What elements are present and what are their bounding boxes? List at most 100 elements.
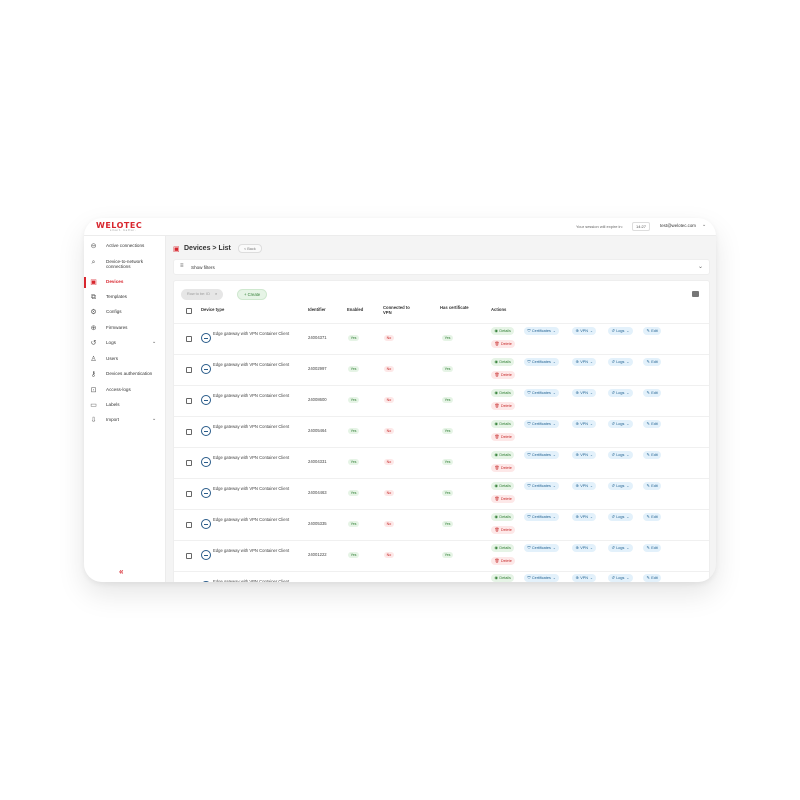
sidebar-item-5[interactable]: ⊕ Firmwares [84,322,166,336]
sidebar-item-3[interactable]: ⧉ Templates [84,291,166,305]
delete-button[interactable]: 🗑 Delete [491,371,516,379]
certificates-button[interactable]: ⛉ Certificates ⌄ [524,451,560,459]
vpn-button[interactable]: ⊕ VPN ⌄ [572,513,597,521]
vpn-button[interactable]: ⊕ VPN ⌄ [572,574,597,582]
trash-icon: 🗑 [494,435,500,439]
edit-button[interactable]: ✎ Edit [643,420,662,428]
logs-button[interactable]: ↺ Logs ⌄ [608,420,633,428]
close-icon[interactable]: × [215,292,217,296]
edit-button[interactable]: ✎ Edit [643,451,662,459]
details-button[interactable]: ◉ Details [491,420,515,428]
row-checkbox[interactable] [186,429,192,435]
row-checkbox[interactable] [186,460,192,466]
delete-button[interactable]: 🗑 Delete [491,557,516,565]
edit-button[interactable]: ✎ Edit [643,327,662,335]
row-checkbox[interactable] [186,522,192,528]
filter-chip[interactable]: Row to be: ID × [181,289,224,300]
vpn-button[interactable]: ⊕ VPN ⌄ [572,482,597,490]
logs-button[interactable]: ↺ Logs ⌄ [608,544,633,552]
trash-icon: 🗑 [494,559,500,563]
gear-icon: ⚙ [90,309,97,316]
certificate-badge: Yes [442,428,454,434]
eye-icon: ◉ [494,576,498,580]
chevron-down-icon: ⌄ [626,515,630,519]
table-row: Edge gateway with VPN Container Client 24… [174,416,709,447]
logs-button[interactable]: ↺ Logs ⌄ [608,513,633,521]
delete-button[interactable]: 🗑 Delete [491,495,516,503]
details-button[interactable]: ◉ Details [491,513,515,521]
sidebar-item-4[interactable]: ⚙ Configs [84,306,166,320]
create-button[interactable]: + Create [237,289,268,300]
chevron-down-icon[interactable]: ⌄ [702,222,706,228]
details-button[interactable]: ◉ Details [491,482,515,490]
sidebar-item-0[interactable]: ⊖ Active connections [84,240,166,254]
certificates-button[interactable]: ⛉ Certificates ⌄ [524,574,560,582]
row-checkbox[interactable] [186,336,192,342]
sidebar-item-1[interactable]: ⌕ Device-to-network connections [84,256,166,270]
columns-icon[interactable] [692,291,699,297]
logs-button[interactable]: ↺ Logs ⌄ [608,574,633,582]
table-row: Edge gateway with VPN Container Client 24… [174,354,709,385]
back-button[interactable]: < Back [238,244,262,253]
pencil-icon: ✎ [646,546,650,550]
logs-button[interactable]: ↺ Logs ⌄ [608,389,633,397]
row-checkbox[interactable] [186,491,192,497]
sidebar-item-2[interactable]: ▣ Devices [84,276,166,290]
vpn-button[interactable]: ⊕ VPN ⌄ [572,544,597,552]
row-checkbox[interactable] [186,398,192,404]
details-button[interactable]: ◉ Details [491,544,515,552]
globe-icon: ⊕ [575,546,579,550]
filters-bar[interactable]: ≡ Show filters ⌄ [173,259,710,275]
edit-button[interactable]: ✎ Edit [643,574,662,582]
edit-button[interactable]: ✎ Edit [643,513,662,521]
logs-button[interactable]: ↺ Logs ⌄ [608,451,633,459]
chevron-down-icon[interactable]: ⌄ [152,339,156,345]
details-button[interactable]: ◉ Details [491,358,515,366]
collapse-sidebar-icon[interactable]: « [119,567,123,576]
vpn-button[interactable]: ⊕ VPN ⌄ [572,327,597,335]
delete-button[interactable]: 🗑 Delete [491,464,516,472]
edit-button[interactable]: ✎ Edit [643,389,662,397]
chevron-down-icon[interactable]: ⌄ [152,416,156,422]
sidebar-item-6[interactable]: ↺ Logs ⌄ [84,337,166,351]
row-checkbox[interactable] [186,553,192,559]
delete-button[interactable]: 🗑 Delete [491,526,516,534]
user-menu[interactable]: test@welotec.com [660,223,696,228]
certificates-button[interactable]: ⛉ Certificates ⌄ [524,358,560,366]
vpn-button[interactable]: ⊕ VPN ⌄ [572,420,597,428]
sidebar-item-8[interactable]: ⚷ Devices authentication [84,368,166,382]
details-button[interactable]: ◉ Details [491,574,515,582]
logs-button[interactable]: ↺ Logs ⌄ [608,358,633,366]
sidebar-item-label: Logs [106,340,116,345]
delete-button[interactable]: 🗑 Delete [491,402,516,410]
certificates-button[interactable]: ⛉ Certificates ⌄ [524,327,560,335]
certificates-button[interactable]: ⛉ Certificates ⌄ [524,482,560,490]
sidebar-item-7[interactable]: ♙ Users [84,353,166,367]
edit-button[interactable]: ✎ Edit [643,358,662,366]
certificates-button[interactable]: ⛉ Certificates ⌄ [524,389,560,397]
details-button[interactable]: ◉ Details [491,451,515,459]
logs-button[interactable]: ↺ Logs ⌄ [608,482,633,490]
delete-button[interactable]: 🗑 Delete [491,340,516,348]
delete-button[interactable]: 🗑 Delete [491,433,516,441]
edit-button[interactable]: ✎ Edit [643,482,662,490]
link-icon: ⊖ [90,243,97,250]
certificates-button[interactable]: ⛉ Certificates ⌄ [524,544,560,552]
vpn-button[interactable]: ⊕ VPN ⌄ [572,389,597,397]
chevron-down-icon[interactable]: ⌄ [698,263,703,270]
vpn-button[interactable]: ⊕ VPN ⌄ [572,451,597,459]
identifier-cell: 24001222 [308,552,327,557]
sidebar-item-11[interactable]: ⇩ Import ⌄ [84,414,166,428]
details-button[interactable]: ◉ Details [491,327,515,335]
certificates-button[interactable]: ⛉ Certificates ⌄ [524,420,560,428]
chevron-down-icon: ⌄ [590,453,593,457]
edit-button[interactable]: ✎ Edit [643,544,662,552]
logs-button[interactable]: ↺ Logs ⌄ [608,327,633,335]
details-button[interactable]: ◉ Details [491,389,515,397]
sidebar-item-9[interactable]: ⊡ Access-logs [84,384,166,398]
sidebar-item-10[interactable]: ▭ Labels [84,399,166,413]
vpn-button[interactable]: ⊕ VPN ⌄ [572,358,597,366]
select-all-checkbox[interactable] [186,308,192,314]
certificates-button[interactable]: ⛉ Certificates ⌄ [524,513,560,521]
row-checkbox[interactable] [186,367,192,373]
